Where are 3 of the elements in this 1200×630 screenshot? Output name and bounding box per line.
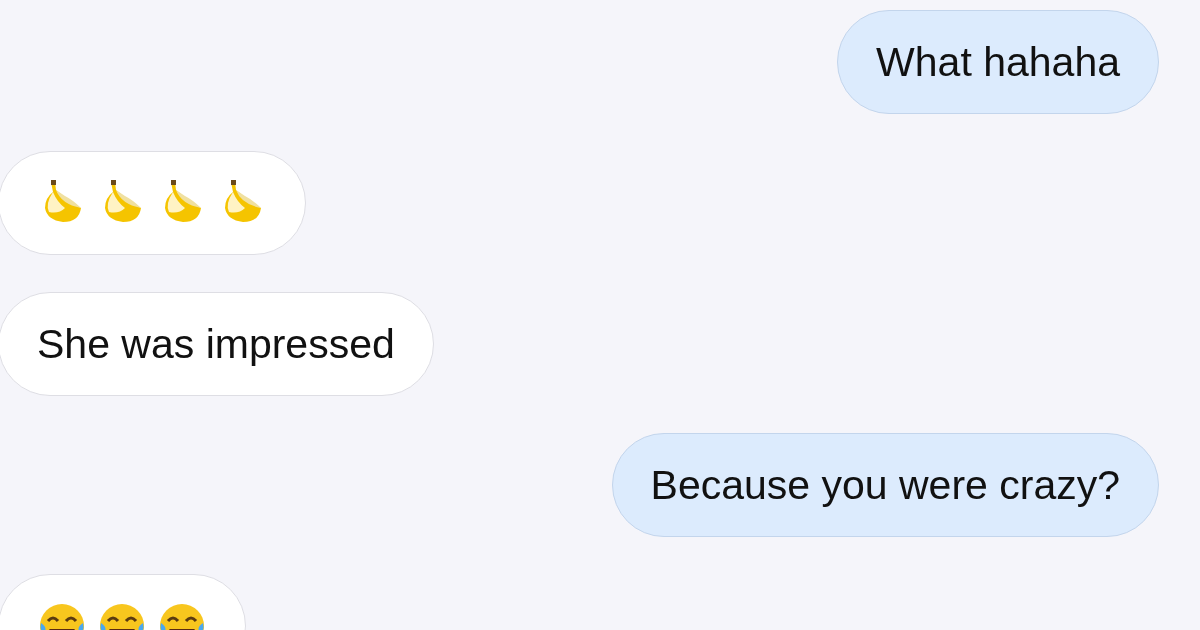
message-bubble: Because you were crazy? <box>611 433 1159 537</box>
message-bubble: What hahaha <box>837 10 1159 114</box>
message-bubble: She was impressed <box>0 292 434 396</box>
